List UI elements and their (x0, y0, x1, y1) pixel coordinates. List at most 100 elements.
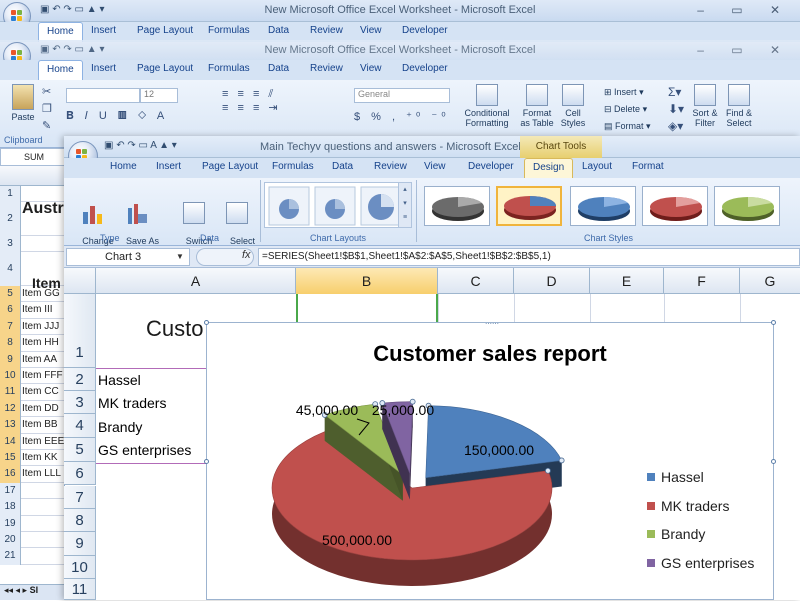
back2-window-controls[interactable]: – ▭ ✕ (697, 43, 792, 57)
conditional-formatting-button[interactable]: Conditional Formatting (462, 84, 512, 128)
select-all-corner[interactable] (64, 268, 96, 294)
col-header-f[interactable]: F (664, 268, 740, 294)
chart-style-2-selected[interactable] (496, 186, 562, 226)
front-tab-layout[interactable]: Layout (582, 161, 612, 172)
front-tab-view[interactable]: View (424, 161, 446, 172)
back-row-number[interactable]: 21 (0, 548, 21, 565)
slice-selection-handle[interactable] (545, 467, 551, 474)
formula-input[interactable]: =SERIES(Sheet1!$B$1,Sheet1!$A$2:$A$5,She… (258, 248, 800, 266)
back-name-box[interactable]: SUM (0, 148, 68, 166)
back-tab-formulas[interactable]: Formulas (208, 25, 250, 36)
back-row-number[interactable]: 15 (0, 450, 21, 467)
row-header-8[interactable]: 8 (64, 509, 96, 532)
back-row-number[interactable]: 11 (0, 384, 21, 401)
back-tab-review[interactable]: Review (310, 25, 343, 36)
editing-icons[interactable]: Σ▾ ⬇▾ ◈▾ (668, 84, 684, 135)
cell-styles-button[interactable]: Cell Styles (558, 84, 588, 128)
front-tab-developer[interactable]: Developer (468, 161, 514, 172)
name-box-dropdown-icon[interactable]: ▼ (176, 252, 184, 261)
row-header-10[interactable]: 10 (64, 556, 96, 579)
data-label-4[interactable]: 25,000.00 (372, 402, 434, 418)
row-header-6[interactable]: 6 (64, 462, 96, 485)
col-header-g[interactable]: G (740, 268, 800, 294)
chart-style-5[interactable] (714, 186, 780, 226)
front-tab-format[interactable]: Format (632, 161, 664, 172)
front-quick-access[interactable]: ▣ ↶ ↷ ▭ A ▲ ▾ (104, 140, 177, 151)
chart-style-1[interactable] (424, 186, 490, 226)
back-row-cell[interactable]: Item DD (22, 401, 59, 417)
back-row-number[interactable]: 9 (0, 351, 21, 368)
front-tab-data[interactable]: Data (332, 161, 353, 172)
data-label-2[interactable]: 500,000.00 (322, 532, 392, 548)
back-row-number[interactable]: 8 (0, 335, 21, 352)
resize-handle[interactable] (204, 459, 209, 464)
back-row-cell[interactable]: Item HH (22, 335, 59, 351)
chart-layouts-gallery[interactable] (264, 182, 412, 228)
back2-tab-formulas[interactable]: Formulas (208, 63, 250, 74)
legend-entry-1[interactable]: Hassel (647, 463, 754, 492)
back-row-cell[interactable]: Item LLL (22, 466, 61, 482)
back-tab-data[interactable]: Data (268, 25, 289, 36)
back2-tab-review[interactable]: Review (310, 63, 343, 74)
chart-object[interactable]: Customer sales report 150,000.00 500,000.… (204, 320, 776, 600)
resize-handle[interactable] (204, 320, 209, 325)
legend-entry-4[interactable]: GS enterprises (647, 549, 754, 578)
back-row-cell[interactable]: Item EEE (22, 434, 64, 450)
format-as-table-button[interactable]: Format as Table (516, 84, 558, 128)
back-window-controls[interactable]: – ▭ ✕ (697, 3, 792, 17)
cut-copy-icons[interactable]: ✂ ❐ ✎ (42, 84, 52, 135)
number-format-box[interactable]: General (354, 88, 450, 103)
row-header-5[interactable]: 5 (64, 438, 96, 462)
front-tab-review[interactable]: Review (374, 161, 407, 172)
back-row-number[interactable]: 5 (0, 286, 21, 303)
back-quick-access[interactable]: ▣ ↶ ↷ ▭ ▲ ▾ (40, 4, 104, 15)
back-sheet-tabs[interactable]: ◂◂ ◂ ▸ SI (0, 584, 68, 600)
insert-cells-button[interactable]: ⊞ Insert ▾ (604, 84, 651, 101)
legend-entry-2[interactable]: MK traders (647, 492, 754, 521)
back-row-cell[interactable]: Item FFF (22, 368, 63, 384)
back-tab-developer[interactable]: Developer (402, 25, 448, 36)
back2-tab-home[interactable]: Home (38, 60, 83, 80)
front-tab-home[interactable]: Home (110, 161, 137, 172)
font-size-box[interactable]: 12 (140, 88, 178, 103)
format-cells-button[interactable]: ▤ Format ▾ (604, 118, 651, 135)
fx-icon[interactable]: fx (242, 249, 251, 261)
back-row-cell[interactable]: Item JJJ (22, 319, 59, 335)
sort-filter-button[interactable]: Sort & Filter (688, 84, 722, 128)
legend-entry-3[interactable]: Brandy (647, 520, 754, 549)
back-row-number[interactable]: 2 (0, 202, 21, 236)
back-row-number[interactable]: 16 (0, 466, 21, 483)
slice-selection-handle[interactable] (558, 457, 565, 464)
row-header-11[interactable]: 11 (64, 579, 96, 600)
back-row-number[interactable]: 14 (0, 433, 21, 450)
back2-tab-insert[interactable]: Insert (91, 63, 116, 74)
back2-tab-developer[interactable]: Developer (402, 63, 448, 74)
chart-style-3[interactable] (570, 186, 636, 226)
resize-handle[interactable] (771, 320, 776, 325)
resize-handle[interactable] (771, 459, 776, 464)
back-row-number[interactable]: 7 (0, 318, 21, 336)
back2-tab-page-layout[interactable]: Page Layout (137, 63, 193, 74)
find-select-button[interactable]: Find & Select (724, 84, 754, 128)
delete-cells-button[interactable]: ⊟ Delete ▾ (604, 101, 651, 118)
row-header-1[interactable]: 1 (64, 294, 96, 368)
col-header-d[interactable]: D (514, 268, 590, 294)
col-header-b[interactable]: B (296, 268, 438, 294)
back-row-number[interactable]: 17 (0, 482, 21, 500)
back-row-number[interactable]: 18 (0, 499, 21, 516)
font-format-buttons[interactable]: 𝐁 𝐼 U ▦ ◇ A (66, 110, 168, 123)
row-header-2[interactable]: 2 (64, 368, 96, 391)
back-row-cell[interactable]: Item CC (22, 384, 59, 400)
front-tab-insert[interactable]: Insert (156, 161, 181, 172)
back-row-number[interactable]: 12 (0, 400, 21, 418)
row-header-7[interactable]: 7 (64, 486, 96, 509)
col-header-c[interactable]: C (438, 268, 514, 294)
row-header-4[interactable]: 4 (64, 414, 96, 438)
chart-style-4[interactable] (642, 186, 708, 226)
back-row-cell[interactable]: Item BB (22, 417, 58, 433)
back-row-number[interactable]: 10 (0, 368, 21, 385)
back2-quick-access[interactable]: ▣ ↶ ↷ ▭ ▲ ▾ (40, 44, 104, 55)
back-row-number[interactable]: 6 (0, 302, 21, 319)
front-tab-page-layout[interactable]: Page Layout (202, 161, 258, 172)
front-tab-design[interactable]: Design (524, 158, 574, 178)
